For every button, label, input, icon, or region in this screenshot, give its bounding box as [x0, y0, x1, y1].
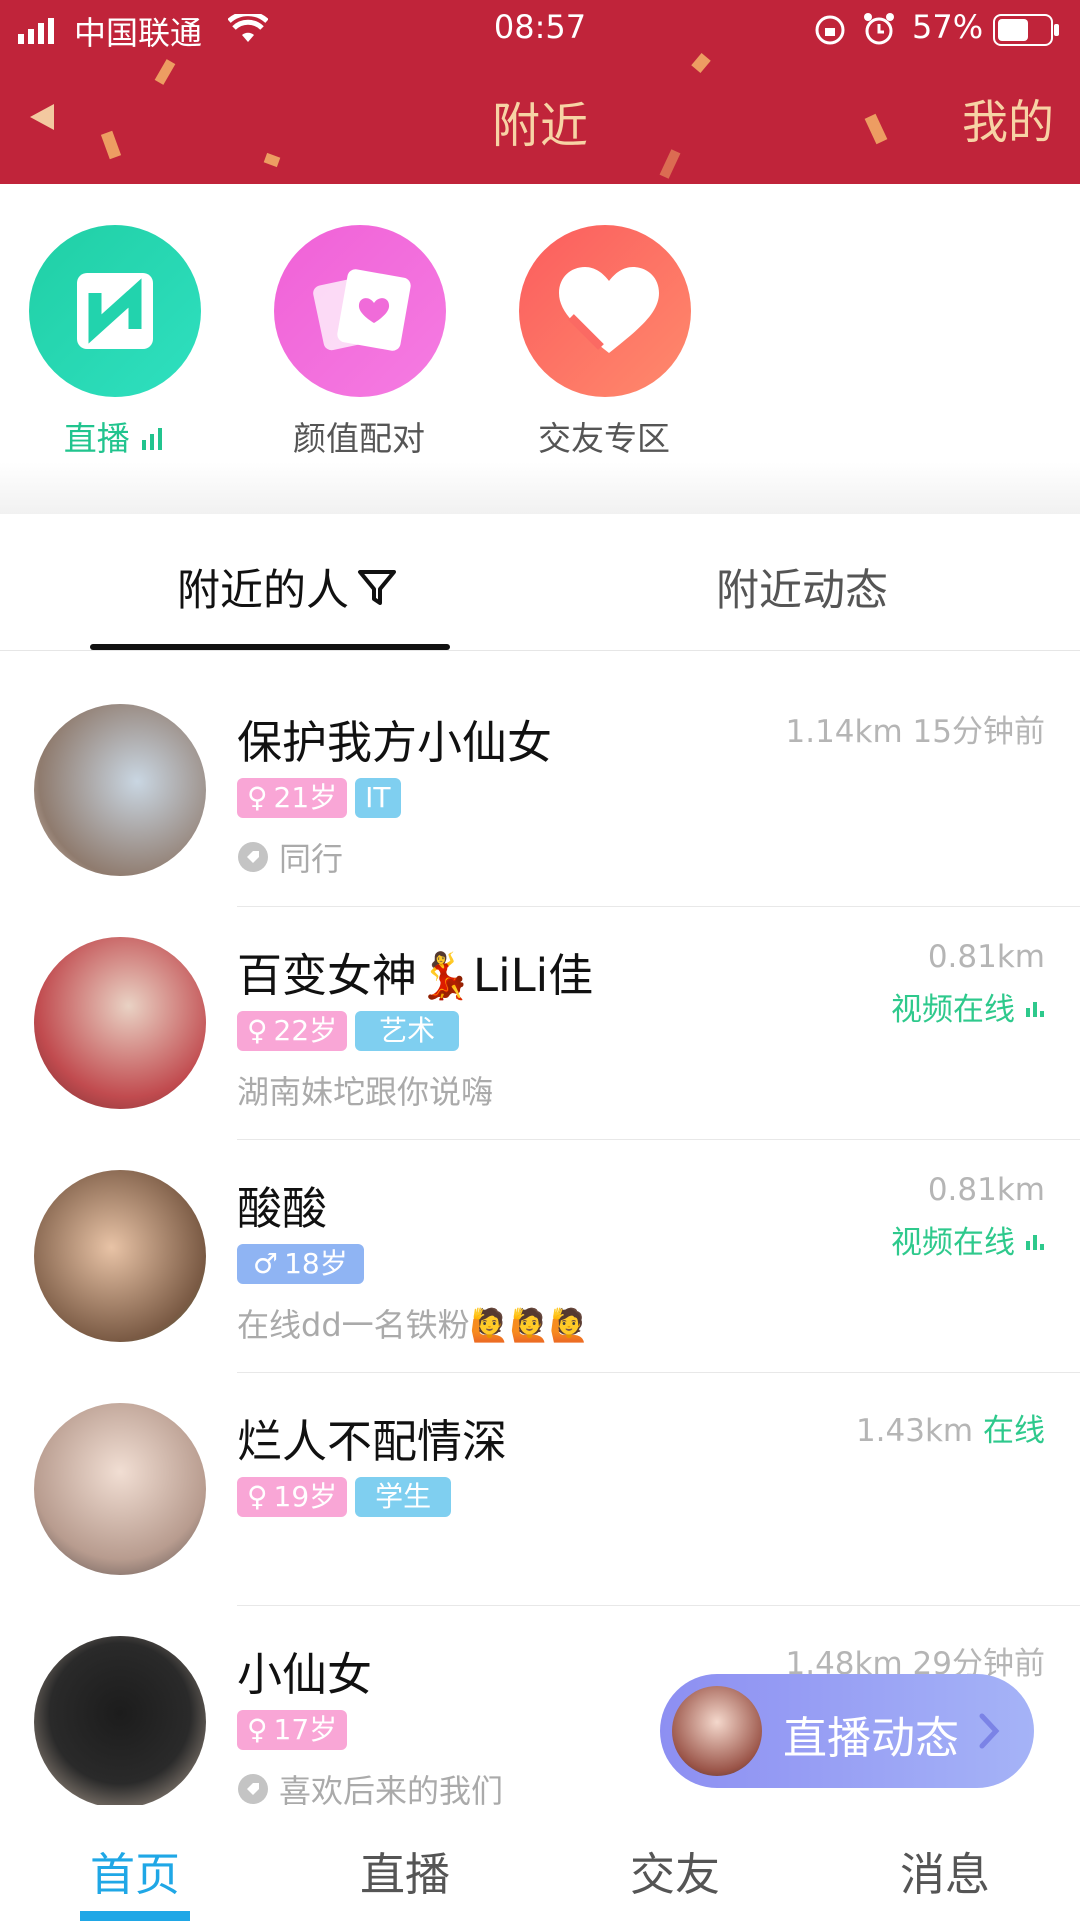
distance: 0.81km	[927, 939, 1045, 975]
confetti-decoration	[154, 59, 176, 85]
user-name[interactable]: 酸酸	[237, 1172, 327, 1237]
tab-label: 附近的人	[177, 566, 349, 616]
tag-badge: 艺术	[355, 1011, 460, 1051]
mine-button[interactable]: 我的	[962, 86, 1054, 152]
nav-messages[interactable]: 消息	[845, 1838, 1045, 1903]
divider	[0, 650, 1080, 651]
badge-row: ♀ 21岁 IT	[237, 778, 401, 818]
tag-badge: 学生	[355, 1477, 452, 1517]
friends-entry-button[interactable]	[519, 225, 691, 397]
match-entry-button[interactable]	[274, 225, 446, 397]
battery-icon	[993, 14, 1061, 50]
live-moments-label: 直播动态	[783, 1713, 959, 1764]
badge-row: ♀ 22岁 艺术	[237, 1011, 460, 1051]
female-icon: ♀	[247, 1713, 268, 1746]
filter-icon[interactable]	[357, 567, 397, 607]
live-moments-button[interactable]: 直播动态	[660, 1674, 1034, 1788]
age-badge: ♀ 17岁	[237, 1710, 348, 1750]
alarm-icon	[863, 12, 895, 50]
signal-bars-icon	[1026, 1234, 1044, 1250]
live-icon	[77, 273, 153, 349]
confetti-decoration	[691, 53, 711, 73]
tag-icon	[238, 842, 268, 872]
chevron-right-icon	[979, 1713, 1000, 1749]
match-entry-label: 颜值配对	[293, 419, 425, 458]
active-nav-indicator	[80, 1911, 190, 1921]
user-subtitle: 在线dd一名铁粉🙋🙋🙋	[237, 1306, 590, 1344]
age-badge: ♂ 18岁	[237, 1244, 364, 1284]
age-badge: ♀ 21岁	[237, 778, 348, 818]
heart-icon	[559, 267, 659, 353]
age-badge: ♀ 22岁	[237, 1011, 348, 1051]
avatar[interactable]	[34, 704, 206, 876]
user-name[interactable]: 小仙女	[237, 1638, 372, 1703]
avatar[interactable]	[34, 1403, 206, 1575]
avatar[interactable]	[34, 937, 206, 1109]
live-entry-label: 直播	[0, 412, 245, 460]
male-icon: ♂	[253, 1247, 279, 1280]
online-status: 视频在线	[891, 1217, 1045, 1262]
badge-row: ♀ 19岁 学生	[237, 1477, 452, 1517]
battery-percent: 57%	[912, 8, 984, 46]
distance-time: 1.14km 15分钟前	[785, 714, 1046, 750]
user-name[interactable]: 百变女神💃LiLi佳	[237, 939, 593, 1004]
user-subtitle: 同行	[237, 834, 343, 880]
friends-entry-label: 交友专区	[538, 419, 670, 458]
distance-status: 1.43km 在线	[855, 1413, 1045, 1449]
signal-bars-icon	[1026, 1001, 1044, 1017]
rotation-lock-icon	[814, 14, 846, 50]
tag-badge: IT	[355, 778, 401, 818]
live-avatar	[672, 1686, 762, 1776]
live-entry-button[interactable]	[29, 225, 201, 397]
top-header: 中国联通 08:57 57% 附近 我的	[0, 0, 1080, 184]
user-name[interactable]: 保护我方小仙女	[237, 706, 552, 771]
nav-friends[interactable]: 交友	[575, 1838, 775, 1903]
divider	[237, 1372, 1080, 1373]
page-title: 附近	[491, 98, 588, 154]
nav-live[interactable]: 直播	[305, 1838, 505, 1903]
tab-nearby-moments[interactable]: 附近动态	[716, 556, 888, 618]
user-name[interactable]: 烂人不配情深	[237, 1405, 507, 1470]
tag-icon	[238, 1774, 268, 1804]
badge-row: ♂ 18岁	[237, 1244, 364, 1284]
user-subtitle: 湖南妹坨跟你说嗨	[237, 1073, 494, 1111]
female-icon: ♀	[247, 1014, 268, 1047]
age-badge: ♀ 19岁	[237, 1477, 348, 1517]
tab-nearby-people[interactable]: 附近的人	[177, 556, 397, 618]
divider	[237, 1139, 1080, 1140]
distance: 0.81km	[927, 1172, 1045, 1208]
signal-bars-icon	[142, 428, 163, 450]
female-icon: ♀	[247, 1480, 268, 1513]
female-icon: ♀	[247, 781, 268, 814]
badge-row: ♀ 17岁	[237, 1710, 348, 1750]
avatar[interactable]	[34, 1170, 206, 1342]
nav-home[interactable]: 首页	[35, 1838, 235, 1903]
divider	[237, 906, 1080, 907]
photo-cards-icon	[313, 269, 411, 351]
online-status: 视频在线	[891, 984, 1045, 1029]
avatar[interactable]	[34, 1636, 206, 1808]
divider	[237, 1605, 1080, 1606]
section-divider	[0, 462, 1080, 514]
